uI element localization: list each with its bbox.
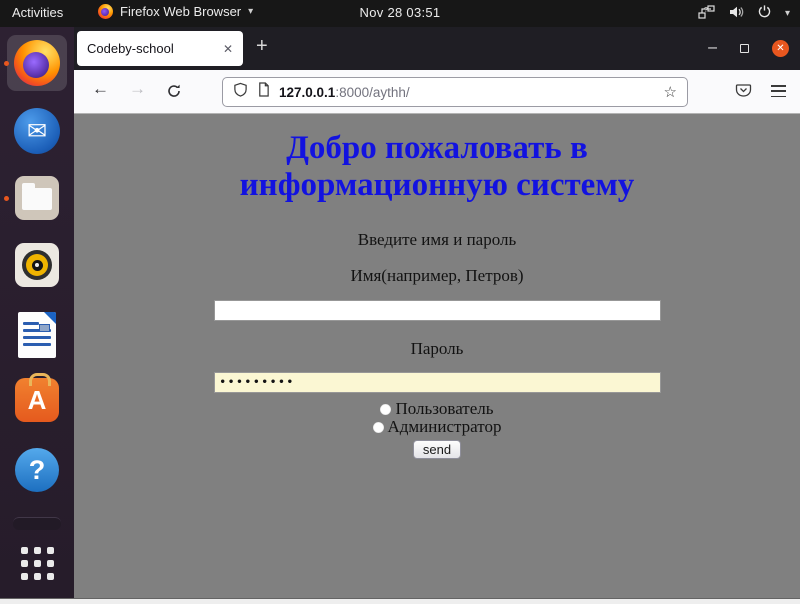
dock-item-ubuntu-software[interactable]: A xyxy=(13,376,61,424)
dock-item-libreoffice-writer[interactable] xyxy=(13,311,61,359)
desktop: Activities Firefox Web Browser ▾ Nov 28 … xyxy=(0,0,800,604)
running-indicator-files xyxy=(4,196,9,201)
back-button[interactable]: ← xyxy=(92,79,109,99)
dock-item-help[interactable]: ? xyxy=(13,446,61,494)
maximize-button[interactable] xyxy=(740,44,749,53)
network-icon: ? xyxy=(698,4,715,23)
radio-admin[interactable] xyxy=(373,422,384,433)
trash-icon xyxy=(13,517,61,530)
volume-icon xyxy=(728,4,744,23)
dock-item-thunderbird[interactable]: ✉ xyxy=(13,107,61,155)
shield-icon[interactable] xyxy=(233,82,248,103)
app-grid-icon xyxy=(21,547,54,580)
window-controls: – ✕ xyxy=(708,38,789,58)
radio-user-label: Пользователь xyxy=(395,400,493,418)
pocket-icon[interactable] xyxy=(735,83,752,104)
running-indicator-firefox xyxy=(4,61,9,66)
dock-item-firefox[interactable] xyxy=(13,39,61,87)
system-tray[interactable]: ? ▾ xyxy=(698,4,790,22)
clock[interactable]: Nov 28 03:51 xyxy=(0,5,800,20)
name-label: Имя(например, Петров) xyxy=(74,266,800,286)
page-info-icon[interactable] xyxy=(257,82,270,102)
radio-user[interactable] xyxy=(380,404,391,415)
url-bar[interactable]: 127.0.0.1:8000/aythh/ ☆ xyxy=(222,77,688,107)
navigation-toolbar: ← → 12 xyxy=(74,70,800,114)
bookmark-star-icon[interactable]: ☆ xyxy=(664,83,677,101)
gnome-top-bar: Activities Firefox Web Browser ▾ Nov 28 … xyxy=(0,0,800,27)
forward-button[interactable]: → xyxy=(129,79,146,99)
tab-title: Codeby-school xyxy=(87,41,174,56)
envelope-glyph: ✉ xyxy=(27,117,47,146)
password-input[interactable] xyxy=(214,372,661,393)
reload-button[interactable] xyxy=(166,83,182,104)
question-glyph: ? xyxy=(29,455,46,486)
menu-icon[interactable] xyxy=(771,85,786,97)
password-label: Пароль xyxy=(74,339,800,359)
image-placeholder-glyph xyxy=(39,324,50,332)
thunderbird-icon: ✉ xyxy=(14,108,60,154)
chevron-down-icon: ▾ xyxy=(785,8,790,19)
screen-bottom-edge xyxy=(0,598,800,604)
radio-option-admin[interactable]: Администратор xyxy=(74,418,800,436)
files-icon xyxy=(15,176,59,220)
close-window-button[interactable]: ✕ xyxy=(772,40,789,57)
new-tab-button[interactable]: + xyxy=(256,35,268,58)
web-page: Добро пожаловать в информационную систем… xyxy=(74,114,800,599)
url-text[interactable]: 127.0.0.1:8000/aythh/ xyxy=(279,85,410,100)
dock-item-rhythmbox[interactable] xyxy=(13,241,61,289)
dock-item-files[interactable] xyxy=(13,174,61,222)
tab-codeby-school[interactable]: Codeby-school ✕ xyxy=(77,31,243,66)
show-applications-button[interactable] xyxy=(13,539,61,587)
tab-close-icon[interactable]: ✕ xyxy=(223,42,233,56)
intro-text: Введите имя и пароль xyxy=(74,230,800,250)
tab-bar: Codeby-school ✕ + – ✕ xyxy=(74,27,800,70)
url-host: 127.0.0.1 xyxy=(279,85,335,100)
software-a-glyph: A xyxy=(28,385,47,416)
dock-item-trash[interactable] xyxy=(13,516,61,530)
send-button[interactable]: send xyxy=(413,440,461,459)
radio-admin-label: Администратор xyxy=(388,418,502,436)
page-title-line2: информационную систему xyxy=(74,167,800,204)
folder-glyph xyxy=(22,188,52,210)
power-icon xyxy=(757,4,772,22)
name-input[interactable] xyxy=(214,300,661,321)
ubuntu-dock: ✉ A ? xyxy=(0,27,74,598)
help-icon: ? xyxy=(15,448,59,492)
firefox-icon xyxy=(14,40,60,86)
page-title-line1: Добро пожаловать в xyxy=(74,130,800,167)
ubuntu-software-icon: A xyxy=(15,378,59,422)
minimize-button[interactable]: – xyxy=(708,43,717,53)
firefox-window: Codeby-school ✕ + – ✕ ← → xyxy=(74,27,800,599)
libreoffice-writer-icon xyxy=(18,312,56,358)
radio-option-user[interactable]: Пользователь xyxy=(74,400,800,418)
page-title: Добро пожаловать в информационную систем… xyxy=(74,130,800,204)
svg-text:?: ? xyxy=(704,7,708,14)
url-path: :8000/aythh/ xyxy=(335,85,409,100)
rhythmbox-icon xyxy=(15,243,59,287)
